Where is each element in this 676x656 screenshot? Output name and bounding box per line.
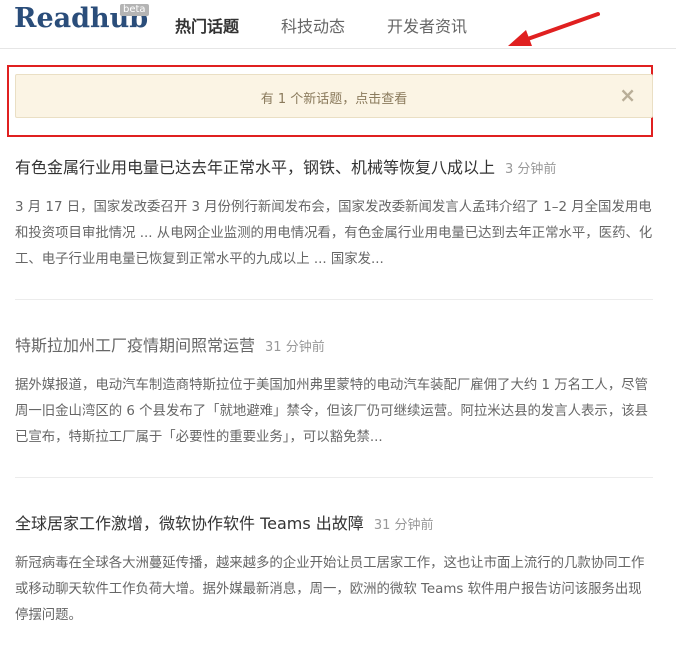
topic-title[interactable]: 有色金属行业用电量已达去年正常水平，钢铁、机械等恢复八成以上 [15,158,495,177]
red-arrow-annotation [508,12,600,46]
divider [15,477,653,478]
topic-title[interactable]: 特斯拉加州工厂疫情期间照常运营 [15,336,255,355]
tab-developer-news[interactable]: 开发者资讯 [387,13,467,37]
topic-title[interactable]: 全球居家工作激增，微软协作软件 Teams 出故障 [15,514,364,533]
topic-item: 特斯拉加州工厂疫情期间照常运营 31 分钟前 据外媒报道，电动汽车制造商特斯拉位于… [15,335,655,451]
topic-summary: 新冠病毒在全球各大洲蔓延传播，越来越多的企业开始让员工居家工作，这也让市面上流行… [15,556,645,623]
topic-time: 31 分钟前 [265,340,325,355]
beta-badge: beta [120,4,149,16]
close-icon[interactable]: × [619,84,636,106]
topic-time: 31 分钟前 [373,518,434,533]
notice-text[interactable]: 有 1 个新话题，点击查看 [16,88,652,107]
topic-summary: 3 月 17 日，国家发改委召开 3 月份例行新闻发布会，国家发改委新闻发言人孟… [15,200,653,267]
topic-item: 有色金属行业用电量已达去年正常水平，钢铁、机械等恢复八成以上 3 分钟前 3 月 … [15,157,655,273]
topic-time: 3 分钟前 [505,162,557,177]
topic-summary: 据外媒报道，电动汽车制造商特斯拉位于美国加州弗里蒙特的电动汽车装配厂雇佣了大约 … [15,378,648,445]
topic-item: 全球居家工作激增，微软协作软件 Teams 出故障 31 分钟前 新冠病毒在全球各… [15,513,655,629]
divider [15,299,653,300]
tab-hot-topics[interactable]: 热门话题 [175,13,239,37]
new-topic-notice[interactable]: 有 1 个新话题，点击查看 × [15,74,653,118]
tab-tech-news[interactable]: 科技动态 [281,13,345,37]
